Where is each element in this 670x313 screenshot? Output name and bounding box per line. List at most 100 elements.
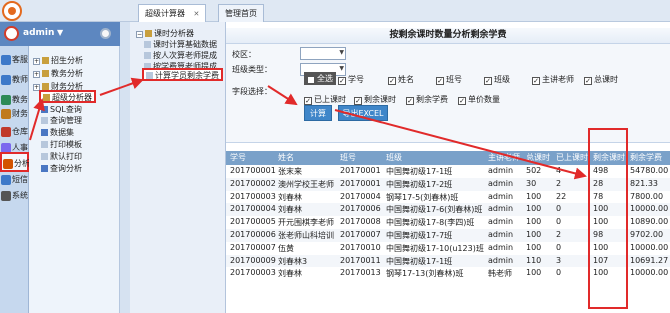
table-row[interactable]: 201700005 开元围棋李老师 20170008 中国舞初级17-8(李四)班 ad… — [226, 216, 670, 229]
tab-admin-home[interactable]: 管理首页 — [218, 4, 264, 22]
table-cell: 100 — [593, 217, 609, 227]
tree-item-print-template[interactable]: 打印模板 — [41, 139, 82, 150]
export-excel-button[interactable]: 导出EXCEL — [338, 105, 388, 121]
tree-item-query-analysis[interactable]: 查询分析 — [41, 163, 82, 174]
printer-icon — [41, 141, 48, 148]
chevron-down-icon[interactable]: ▼ — [57, 28, 63, 37]
tree-item-default-print[interactable]: 默认打印 — [41, 151, 82, 162]
subtree-root[interactable]: − 课时分析器 — [136, 28, 194, 39]
checkbox-select-all[interactable]: ✓ 全选 — [304, 72, 336, 85]
table-cell: 100 — [593, 268, 609, 278]
checkbox-icon[interactable]: ✓ — [484, 77, 492, 85]
tree-item-label: 教务分析 — [51, 69, 83, 78]
finance-icon — [1, 109, 11, 119]
left-nav-item-analysis[interactable]: 分析 — [0, 152, 30, 172]
table-row[interactable]: 201700002 澳州学校王老师 20170001 中国舞初级17-2班 admin 3… — [226, 177, 670, 191]
table-row[interactable]: 201700007 伍黄 20170010 中国舞初级17-10(u123)班 admi… — [226, 241, 670, 255]
column-header[interactable]: 已上课时 — [556, 152, 588, 163]
tree-item-label: 查询分析 — [50, 164, 82, 173]
left-nav-item-system[interactable]: 系统 — [0, 186, 29, 206]
subtree-item-per-count[interactable]: 按人次算老师提成 — [144, 50, 217, 61]
expand-icon[interactable]: + — [33, 71, 40, 78]
table-cell: 20170004 — [340, 191, 381, 201]
table-row[interactable]: 201700006 张老师山科培训 20170007 中国舞初级17-7班 admin 1… — [226, 228, 670, 242]
table-cell: admin — [488, 204, 514, 214]
column-header[interactable]: 学号 — [230, 152, 246, 163]
table-cell: 20170001 — [340, 178, 381, 188]
collapse-icon[interactable]: − — [136, 31, 143, 38]
left-nav-label: 分析 — [14, 159, 30, 168]
left-nav-item-teacher[interactable]: 教师 — [0, 70, 29, 90]
checkbox-icon[interactable]: ✓ — [532, 77, 540, 85]
checkbox-icon[interactable]: ✓ — [584, 77, 592, 85]
checkbox-student-id[interactable]: ✓ 学号 — [338, 74, 364, 85]
checkbox-total-hours[interactable]: ✓ 总课时 — [584, 74, 618, 85]
column-header[interactable]: 姓名 — [278, 152, 294, 163]
column-header[interactable]: 主讲老师 — [488, 152, 520, 163]
checkbox-icon[interactable]: ✓ — [406, 97, 414, 105]
table-row[interactable]: 201700001 张末来 20170001 中国舞初级17-1班 admin 502 4 4… — [226, 165, 670, 178]
left-nav: 客服 教师 教务 财务 仓库 人事 分析 短信 系统 — [0, 46, 30, 313]
checkbox-remaining-hours[interactable]: ✓ 剩余课时 — [354, 94, 396, 105]
table-cell: admin — [488, 229, 514, 239]
table-cell: 201700004 — [230, 204, 276, 214]
tree-item-label: 默认打印 — [50, 152, 82, 161]
app-window: 超级计算器 ✕ 管理首页 admin ▼ 客服 教师 教务 财务 仓库 人事 分… — [0, 0, 670, 313]
table-row[interactable]: 201700003 刘春林 20170004 钢琴17-5(刘春林)班 admin 100… — [226, 190, 670, 204]
checkbox-attended-hours[interactable]: ✓ 已上课时 — [304, 94, 346, 105]
left-nav-item-kefu[interactable]: 客服 — [0, 50, 29, 70]
subtree-label: 课时计算基础数据 — [153, 40, 217, 49]
checkbox-name[interactable]: ✓ 姓名 — [388, 74, 414, 85]
tree-item-enroll[interactable]: + 招生分析 — [33, 55, 83, 66]
checkbox-icon[interactable]: ✓ — [307, 76, 315, 84]
table-cell: 201700003 — [230, 268, 276, 278]
tree-item-academic[interactable]: + 教务分析 — [33, 68, 83, 79]
table-cell: 9702.00 — [630, 229, 664, 239]
column-header[interactable]: 总课时 — [526, 152, 550, 163]
subtree-item-remaining-fee[interactable]: 计算学员剩余学费 — [142, 68, 223, 81]
table-cell: 110 — [526, 255, 542, 265]
column-header[interactable]: 剩余学费 — [630, 152, 662, 163]
left-nav-item-finance[interactable]: 财务 — [0, 104, 29, 124]
table-row[interactable]: 201700009 刘春林3 20170011 中国舞初级17-1班 admin 110 3… — [226, 254, 670, 268]
left-nav-label: 财务 — [12, 109, 28, 118]
checkbox-teacher[interactable]: ✓ 主讲老师 — [532, 74, 574, 85]
tree-item-super-analyzer[interactable]: 超级分析器 — [39, 90, 96, 103]
checkbox-class[interactable]: ✓ 班级 — [484, 74, 510, 85]
checkbox-icon[interactable]: ✓ — [338, 77, 346, 85]
table-row[interactable]: 201700004 刘春林 20170006 中国舞初级17-6(刘春林)班 admin… — [226, 203, 670, 217]
checkbox-icon[interactable]: ✓ — [388, 77, 396, 85]
checkbox-label: 学号 — [348, 75, 364, 84]
table-cell: 100 — [526, 268, 542, 278]
column-header[interactable]: 班号 — [340, 152, 356, 163]
checkbox-icon[interactable]: ✓ — [436, 77, 444, 85]
checkbox-unit-price[interactable]: ✓ 单价数量 — [458, 94, 500, 105]
checkbox-icon[interactable]: ✓ — [354, 97, 362, 105]
table-cell: 中国舞初级17-8(李四)班 — [386, 218, 475, 228]
table-cell: 201700001 — [230, 166, 276, 175]
tab-super-calculator[interactable]: 超级计算器 ✕ — [138, 4, 207, 22]
gear-icon[interactable] — [100, 28, 111, 39]
table-row[interactable]: 201700003 刘春林 20170013 钢琴17-13(刘春林)班 韩老师 100 0… — [226, 267, 670, 281]
compute-button[interactable]: 计算 — [304, 105, 332, 121]
left-nav-label: 教师 — [12, 75, 28, 84]
column-header[interactable]: 班级 — [386, 152, 402, 163]
checkbox-remaining-fee[interactable]: ✓ 剩余学费 — [406, 94, 448, 105]
tree-item-sql[interactable]: SQL查询 — [41, 104, 82, 115]
subtree-item-base-data[interactable]: 课时计算基础数据 — [144, 39, 217, 50]
checkbox-class-no[interactable]: ✓ 班号 — [436, 74, 462, 85]
customer-service-icon — [1, 55, 11, 65]
tree-item-query-manage[interactable]: 查询管理 — [41, 115, 82, 126]
table-cell: 刘春林 — [278, 205, 302, 215]
subtree-label: 课时分析器 — [154, 29, 194, 38]
campus-select[interactable] — [300, 47, 346, 60]
close-icon[interactable]: ✕ — [194, 10, 200, 18]
expand-icon[interactable]: + — [33, 58, 40, 65]
checkbox-icon[interactable]: ✓ — [458, 97, 466, 105]
avatar[interactable] — [4, 26, 19, 41]
checkbox-icon[interactable]: ✓ — [304, 97, 312, 105]
user-name[interactable]: admin — [23, 28, 54, 38]
campus-label: 校区： — [232, 50, 256, 59]
tree-item-dataset[interactable]: 数据集 — [41, 127, 74, 138]
column-header[interactable]: 剩余课时 — [593, 152, 625, 163]
